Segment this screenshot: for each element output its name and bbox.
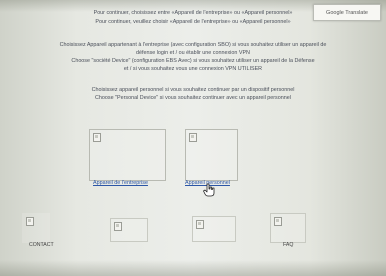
broken-image-icon: [26, 217, 34, 226]
personal-info-line-2: Choose "Personal Device" si vous souhait…: [95, 95, 291, 101]
personal-device-image[interactable]: [185, 129, 238, 181]
broken-image-icon: [196, 220, 204, 229]
faq-label[interactable]: FAQ: [283, 242, 293, 248]
page: Google Translate Pour continuer, choisis…: [0, 0, 386, 276]
footer-image-3[interactable]: [192, 216, 236, 242]
contact-label[interactable]: CONTACT: [29, 242, 54, 248]
intro-line-1: Pour continuer, choisissez entre «Appare…: [93, 10, 293, 16]
company-device-image[interactable]: [89, 129, 166, 181]
company-info-line-1: Choisissez Appareil appartenant à l'entr…: [59, 42, 327, 48]
broken-image-icon: [189, 133, 197, 142]
hand-cursor-icon: [203, 183, 215, 197]
broken-image-icon: [274, 217, 282, 226]
personal-info-line-1: Choisissez appareil personnel si vous so…: [91, 87, 295, 93]
company-device-link[interactable]: Appareil de l'entreprise: [93, 180, 148, 186]
company-info-line-2: défense login et / ou établir une connex…: [136, 50, 250, 56]
bottom-shade: [0, 260, 386, 276]
company-info-line-3: Choose "société Device" (configuration E…: [71, 58, 315, 64]
broken-image-icon: [114, 222, 122, 231]
footer-image-2[interactable]: [110, 218, 148, 242]
faq-image[interactable]: [270, 213, 306, 243]
intro-line-2: Pour continuer, veuillez choisir «Appare…: [95, 19, 291, 25]
contact-image[interactable]: [22, 213, 50, 243]
company-info-line-4: et / si vous souhaitez vous une connexio…: [123, 66, 263, 72]
broken-image-icon: [93, 133, 101, 142]
